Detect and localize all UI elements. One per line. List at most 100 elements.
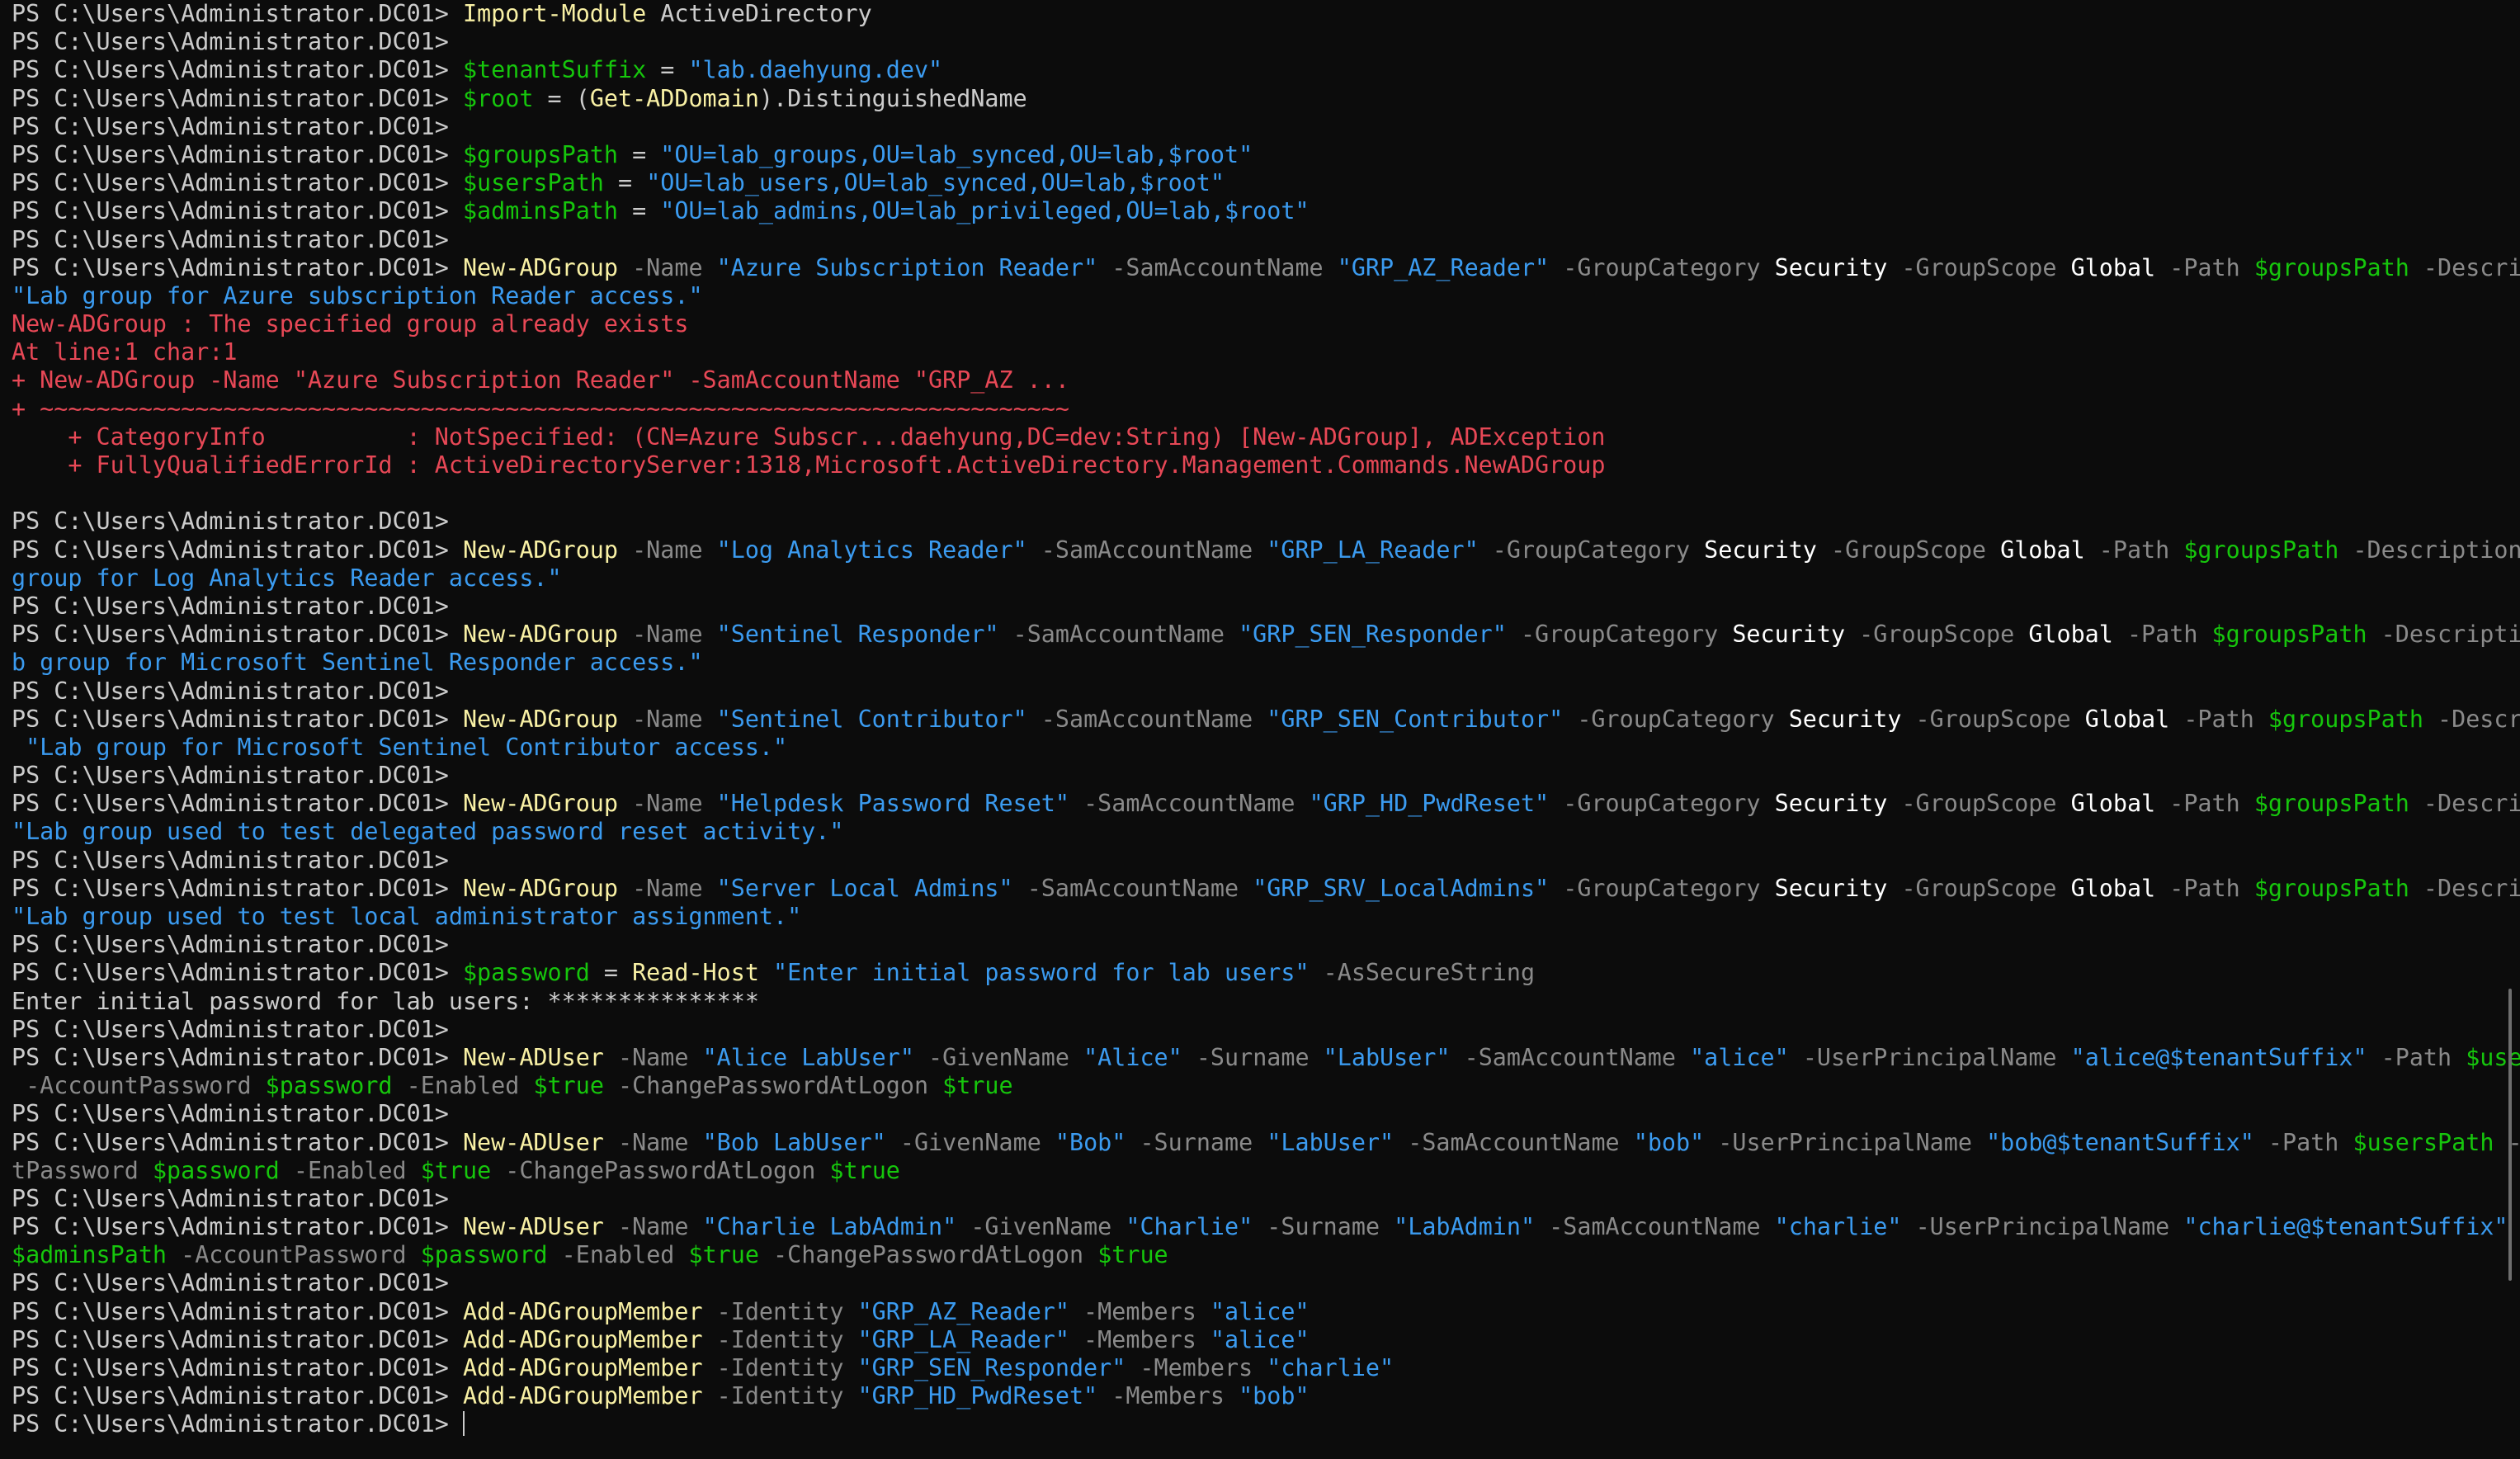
token-cmd: Import-Module	[462, 0, 647, 27]
token-param: -Enabled	[279, 1156, 421, 1184]
token-str: "GRP_SEN_Contributor"	[1267, 705, 1564, 733]
token-err: + FullyQualifiedErrorId : ActiveDirector…	[12, 451, 1606, 479]
token-cmd: New-ADUser	[462, 1043, 604, 1071]
terminal-command-line: PS C:\Users\Administrator.DC01> New-ADGr…	[12, 536, 2520, 564]
token-str: "charlie@$tenantSuffix"	[2183, 1213, 2508, 1241]
token-str: "Lab group used to test local administra…	[12, 903, 802, 930]
token-param: -Description	[2423, 790, 2520, 818]
terminal-command-line: PS C:\Users\Administrator.DC01>	[12, 226, 2487, 254]
token-param: -SamAccountName	[1535, 1213, 1775, 1241]
token-str: "bob@$tenantSuffix"	[1986, 1128, 2254, 1156]
prompt-text: PS C:\Users\Administrator.DC01>	[12, 0, 463, 27]
token-kw: Global	[2028, 621, 2113, 649]
terminal-command-line: PS C:\Users\Administrator.DC01>	[12, 593, 2487, 621]
token-var: $password	[152, 1156, 280, 1184]
prompt-text: PS C:\Users\Administrator.DC01>	[12, 28, 463, 56]
terminal-command-line: PS C:\Users\Administrator.DC01> $tenantS…	[12, 56, 2487, 84]
token-str: "Log Analytics Reader"	[716, 536, 1027, 564]
token-kw: Security	[1774, 790, 1888, 818]
token-str: "GRP_SEN_Responder"	[1239, 621, 1507, 649]
terminal-output-line: group for Log Analytics Reader access."	[12, 564, 2487, 593]
token-str: "charlie"	[1267, 1354, 1394, 1381]
token-cmd: Get-ADDomain	[589, 84, 759, 112]
token-kw: Global	[2070, 790, 2156, 818]
prompt-text: PS C:\Users\Administrator.DC01>	[12, 536, 463, 564]
token-err: + New-ADGroup -Name "Azure Subscription …	[12, 366, 1069, 394]
terminal-output-line: New-ADGroup : The specified group alread…	[12, 310, 2487, 338]
token-param: -GroupScope	[1901, 705, 2085, 733]
token-param: -Enabled	[392, 1072, 534, 1100]
prompt-text: PS C:\Users\Administrator.DC01>	[12, 621, 463, 649]
terminal-command-line: PS C:\Users\Administrator.DC01>	[12, 28, 2487, 56]
token-param: -SamAccountName	[1097, 253, 1338, 281]
terminal-output[interactable]: PS C:\Users\Administrator.DC01> Import-M…	[12, 0, 2520, 1439]
token-param: -UserPrincipalName	[1704, 1128, 1987, 1156]
token-str: "Sentinel Contributor"	[716, 705, 1027, 733]
token-var: $usersPath	[2352, 1128, 2494, 1156]
terminal-command-line: PS C:\Users\Administrator.DC01> Add-ADGr…	[12, 1298, 2487, 1326]
scrollbar-thumb[interactable]	[2508, 989, 2512, 1281]
token-str: "alice"	[1690, 1043, 1789, 1071]
token-param: -Description	[2423, 874, 2520, 902]
prompt-text: PS C:\Users\Administrator.DC01>	[12, 1015, 463, 1043]
token-kw: Global	[2070, 253, 2156, 281]
terminal-output-line: "Lab group used to test delegated passwo…	[12, 818, 2487, 846]
token-param: -Members	[1097, 1382, 1239, 1410]
token-cmd: Add-ADGroupMember	[462, 1325, 703, 1353]
token-param: -Members	[1069, 1325, 1210, 1353]
token-str: "LabAdmin"	[1394, 1213, 1536, 1241]
prompt-text: PS C:\Users\Administrator.DC01>	[12, 1043, 463, 1071]
token-var: $groupsPath	[2183, 536, 2339, 564]
token-var: $groupsPath	[2253, 790, 2409, 818]
token-str: "alice"	[1210, 1297, 1310, 1325]
token-var: $adminsPath	[462, 197, 618, 225]
token-param: -Members	[1069, 1297, 1210, 1325]
prompt-text: PS C:\Users\Administrator.DC01>	[12, 705, 463, 733]
token-var: $groupsPath	[2253, 253, 2409, 281]
token-cmd: New-ADUser	[462, 1128, 604, 1156]
token-var: $tenantSuffix	[462, 56, 647, 84]
prompt-text: PS C:\Users\Administrator.DC01>	[12, 1325, 463, 1353]
token-var: $root	[462, 84, 534, 112]
token-cmd: New-ADGroup	[462, 790, 618, 818]
token-param: -Path	[2155, 874, 2254, 902]
token-str: "Server Local Admins"	[716, 874, 1013, 902]
token-param: -Identity	[702, 1325, 858, 1353]
token-str: "Charlie LabAdmin"	[702, 1213, 957, 1241]
token-param: -AsSecureString	[1309, 959, 1536, 987]
token-bool: $true	[420, 1156, 492, 1184]
terminal-output-line: Enter initial password for lab users: **…	[12, 988, 2487, 1016]
token-param: -Name	[618, 253, 717, 281]
token-cmd: New-ADGroup	[462, 536, 618, 564]
token-param: -Name	[618, 874, 717, 902]
prompt-text: PS C:\Users\Administrator.DC01>	[12, 846, 463, 874]
token-plain: = (	[533, 84, 590, 112]
token-param: -GivenName	[885, 1128, 1055, 1156]
token-cmd: New-ADGroup	[462, 621, 618, 649]
token-str: "Lab group for Azure subscription Reader…	[12, 281, 703, 309]
terminal-command-line: PS C:\Users\Administrator.DC01>	[12, 847, 2487, 875]
terminal-command-line: PS C:\Users\Administrator.DC01> New-ADUs…	[12, 1213, 2508, 1241]
token-str: "GRP_LA_Reader"	[1267, 536, 1479, 564]
token-str: group for Log Analytics Reader access."	[12, 564, 562, 592]
token-plain: =	[589, 959, 633, 987]
terminal-output-line: + CategoryInfo : NotSpecified: (CN=Azure…	[12, 423, 2487, 451]
token-param: -Identity	[702, 1354, 858, 1381]
token-param: -Path	[2084, 536, 2184, 564]
terminal-output-line: "Lab group for Azure subscription Reader…	[12, 282, 2487, 310]
token-plain: ActiveDirectory	[646, 0, 872, 27]
token-param: -UserPrincipalName	[1901, 1213, 2184, 1241]
token-err: + ~~~~~~~~~~~~~~~~~~~~~~~~~~~~~~~~~~~~~~…	[12, 394, 1069, 423]
token-param: -GroupScope	[1887, 790, 2071, 818]
token-param: -Name	[618, 536, 717, 564]
token-plain: =	[646, 56, 689, 84]
terminal-command-line: PS C:\Users\Administrator.DC01> New-ADUs…	[12, 1043, 2520, 1072]
terminal-output-line: "Lab group for Microsoft Sentinel Contri…	[12, 734, 2487, 762]
prompt-text: PS C:\Users\Administrator.DC01>	[12, 790, 463, 818]
terminal-command-line: PS C:\Users\Administrator.DC01>	[12, 1016, 2487, 1044]
token-str: "LabUser"	[1323, 1043, 1451, 1071]
terminal-output-line: "Lab group used to test local administra…	[12, 903, 2487, 931]
terminal-command-line: PS C:\Users\Administrator.DC01> New-ADGr…	[12, 790, 2520, 818]
token-param: -Path	[2367, 1043, 2466, 1071]
token-var: $usersPath	[2466, 1043, 2520, 1071]
